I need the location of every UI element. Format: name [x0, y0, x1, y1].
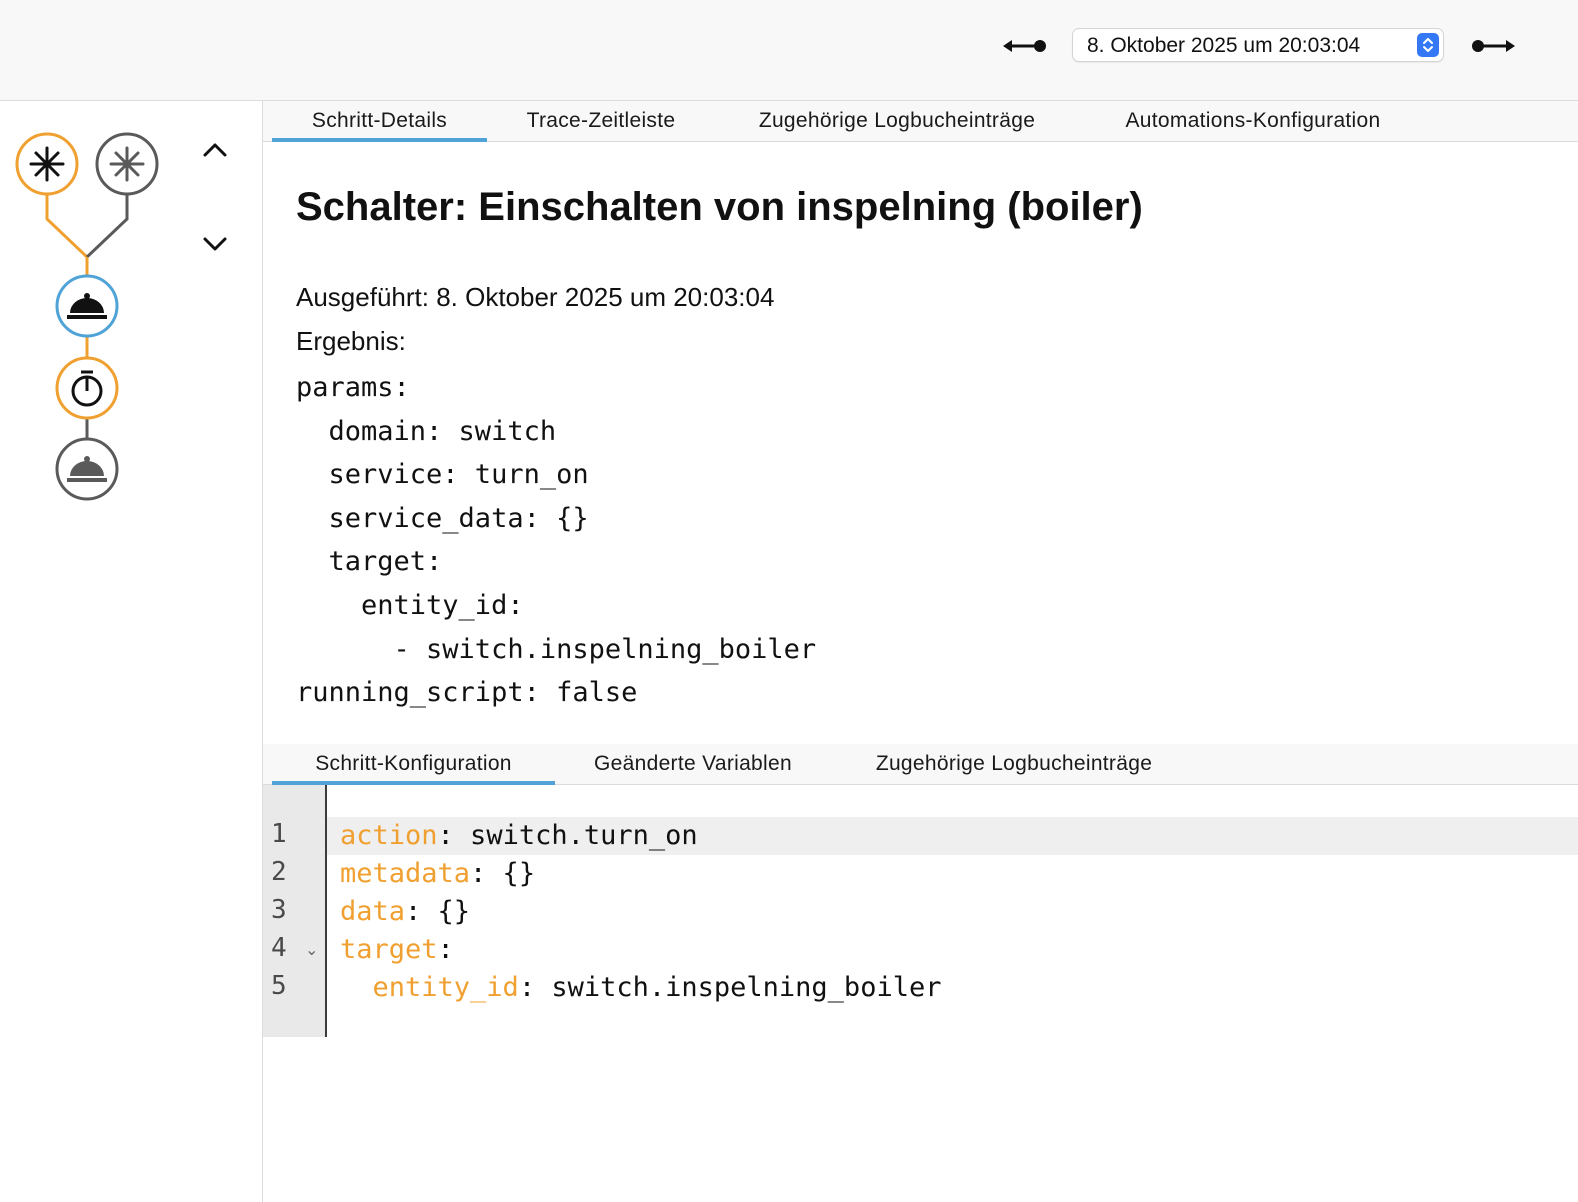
tab-label: Geänderte Variablen	[594, 752, 792, 775]
tab-related-logbook-step[interactable]: Zugehörige Logbucheinträge	[849, 744, 1179, 784]
asterisk-icon	[109, 146, 145, 182]
yaml-code-editor[interactable]: 1 2 3 4 5 ⌄ action: switch.turn_on metad…	[263, 785, 1578, 1037]
step-title: Schalter: Einschalten von inspelning (bo…	[296, 185, 1143, 229]
tab-related-logbook[interactable]: Zugehörige Logbucheinträge	[729, 101, 1065, 141]
arrow-right-icon	[1472, 40, 1515, 52]
result-yaml: params: domain: switch service: turn_on …	[296, 372, 817, 709]
code-line[interactable]: metadata: {}	[327, 855, 1578, 893]
tab-trace-timeline[interactable]: Trace-Zeitleiste	[503, 101, 699, 141]
chevron-down-icon	[203, 237, 227, 251]
graph-node-action-inactive[interactable]	[55, 437, 119, 501]
graph-node-trigger-inactive[interactable]	[95, 132, 159, 196]
asterisk-icon	[29, 146, 65, 182]
tab-label: Schritt-Details	[311, 109, 448, 132]
select-stepper-icon	[1417, 33, 1439, 57]
trace-run-select[interactable]: 8. Oktober 2025 um 20:03:04	[1072, 28, 1444, 62]
graph-node-delay[interactable]	[55, 356, 119, 420]
result-label: Ergebnis:	[296, 326, 406, 356]
previous-step-button[interactable]	[196, 135, 234, 165]
tab-label: Automations-Konfiguration	[1125, 109, 1381, 132]
line-number: 3	[271, 895, 287, 925]
trace-graph-panel	[0, 101, 263, 1202]
tab-label: Schritt-Konfiguration	[315, 752, 512, 775]
editor-gutter: 1 2 3 4 5 ⌄	[263, 785, 327, 1037]
code-line[interactable]: target:	[327, 931, 1578, 969]
line-number: 1	[271, 819, 287, 849]
graph-node-action-selected[interactable]	[55, 274, 119, 338]
graph-connector	[45, 195, 89, 259]
tab-label: Trace-Zeitleiste	[526, 109, 676, 132]
tab-step-details[interactable]: Schritt-Details	[272, 101, 487, 142]
code-line[interactable]: data: {}	[327, 893, 1578, 931]
graph-node-trigger-active[interactable]	[15, 132, 79, 196]
graph-connector	[85, 195, 129, 259]
chevron-up-icon	[203, 143, 227, 157]
fold-chevron-icon[interactable]: ⌄	[305, 940, 318, 960]
line-number: 2	[271, 857, 287, 887]
tab-step-config[interactable]: Schritt-Konfiguration	[272, 744, 555, 785]
executed-timestamp: Ausgeführt: 8. Oktober 2025 um 20:03:04	[296, 282, 775, 312]
code-line[interactable]: action: switch.turn_on	[327, 817, 1578, 855]
line-number: 5	[271, 971, 287, 1001]
previous-trace-button[interactable]	[997, 30, 1049, 62]
trace-tabs: Schritt-Details Trace-Zeitleiste Zugehör…	[263, 101, 1578, 142]
trace-run-select-value: 8. Oktober 2025 um 20:03:04	[1087, 34, 1361, 57]
next-step-button[interactable]	[196, 229, 234, 259]
step-config-tabs: Schritt-Konfiguration Geänderte Variable…	[263, 744, 1578, 785]
code-line[interactable]: entity_id: switch.inspelning_boiler	[327, 969, 1578, 1007]
step-details-panel: Schritt-Details Trace-Zeitleiste Zugehör…	[263, 101, 1578, 1202]
tab-label: Zugehörige Logbucheinträge	[875, 752, 1153, 775]
tab-automation-config[interactable]: Automations-Konfiguration	[1099, 101, 1407, 141]
tab-changed-variables[interactable]: Geänderte Variablen	[573, 744, 813, 784]
arrow-left-icon	[1003, 40, 1046, 52]
tab-label: Zugehörige Logbucheinträge	[758, 109, 1036, 132]
next-trace-button[interactable]	[1468, 30, 1520, 62]
trace-toolbar: 8. Oktober 2025 um 20:03:04	[0, 0, 1578, 101]
